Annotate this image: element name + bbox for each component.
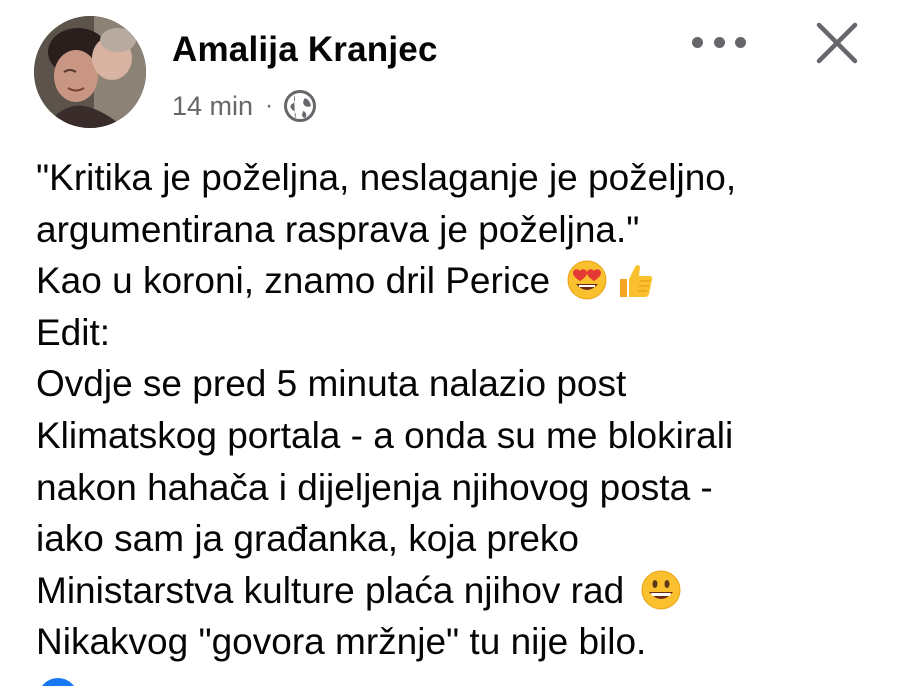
post-text-line: Ovdje se pred 5 minuta nalazio post <box>36 363 627 405</box>
post-text-line: Nikakvog "govora mržnje" tu nije bilo. <box>36 621 647 663</box>
post-text-line: argumentirana rasprava je poželjna." <box>36 208 640 250</box>
thumbs-up-emoji <box>614 259 656 301</box>
post-text-segment: Ministarstva kulture plaća njihov rad <box>36 569 625 611</box>
more-dot <box>713 36 725 48</box>
author-name[interactable]: Amalija Kranjec <box>172 30 438 70</box>
close-icon[interactable] <box>814 20 860 66</box>
post-text-line: Klimatskog portala - a onda su me blokir… <box>36 414 734 456</box>
post-text-segment: Kao u koroni, znamo dril Perice <box>36 260 551 302</box>
reaction-icon <box>38 678 78 686</box>
post-text: "Kritika je poželjna, neslaganje je pože… <box>36 152 876 668</box>
more-options-icon[interactable] <box>692 22 746 62</box>
post-text-line: "Kritika je poželjna, neslaganje je pože… <box>36 157 737 198</box>
more-dot <box>735 36 746 48</box>
facebook-post: Amalija Kranjec 14 min · "Kritika je pož… <box>0 0 900 686</box>
globe-icon[interactable] <box>283 89 317 123</box>
post-text-line: nakon hahača i dijeljenja njihovog posta… <box>36 466 713 508</box>
post-timestamp[interactable]: 14 min <box>172 91 253 122</box>
heart-eyes-emoji <box>566 259 608 301</box>
post-text-line: iako sam ja građanka, koja preko <box>36 518 579 560</box>
post-meta: 14 min · <box>172 86 317 126</box>
post-text-line: Edit: <box>36 311 111 353</box>
more-dot <box>692 36 703 48</box>
meta-separator: · <box>265 92 274 119</box>
grinning-face-emoji <box>640 569 682 611</box>
post-text-line-with-emoji: Ministarstva kulture plaća njihov rad <box>36 565 876 617</box>
author-avatar[interactable] <box>34 16 146 128</box>
post-text-line-with-emoji: Kao u koroni, znamo dril Perice <box>36 255 876 307</box>
